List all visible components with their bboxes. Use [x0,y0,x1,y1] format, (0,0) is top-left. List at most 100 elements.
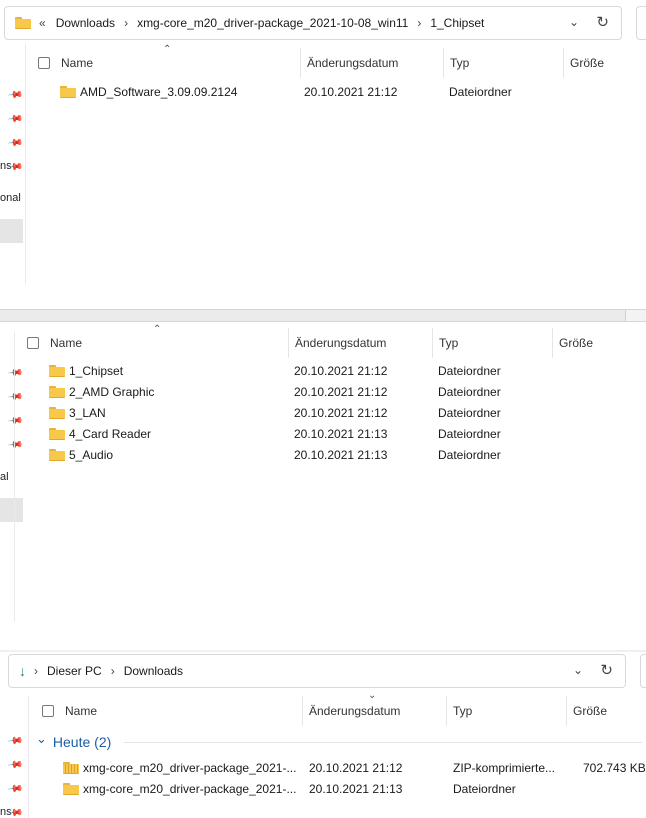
divider [14,332,15,622]
item-name: 1_Chipset [69,364,124,378]
item-type: Dateiordner [438,364,501,378]
column-date[interactable]: Änderungsdatum [288,328,432,358]
pin-icon[interactable]: 📌 [7,437,24,453]
nav-item-label[interactable]: al [0,471,9,483]
select-all-checkbox[interactable] [27,337,39,349]
breadcrumb-item-downloads[interactable]: Downloads [124,664,183,678]
item-date: 20.10.2021 21:13 [309,782,403,796]
column-header: ⌃ Name Änderungsdatum Typ Größe [30,44,646,78]
nav-item-label[interactable]: onal [0,192,21,204]
breadcrumb: Downloads › xmg-core_m20_driver-package_… [56,16,485,30]
column-type[interactable]: Typ [443,48,563,78]
item-date: 20.10.2021 21:13 [294,427,388,441]
folder-icon [49,428,65,440]
address-bar[interactable]: ↓ › Dieser PC › Downloads ⌄ ↻ [8,654,626,688]
list-item[interactable]: xmg-core_m20_driver-package_2021-... 20.… [63,779,643,800]
select-all-checkbox[interactable] [42,705,54,717]
item-date: 20.10.2021 21:12 [304,85,398,99]
folder-icon [63,783,79,795]
list-item[interactable]: 2_AMD Graphic 20.10.2021 21:12 Dateiordn… [49,382,609,403]
list-item[interactable]: xmg-core_m20_driver-package_2021-... 20.… [63,758,646,779]
explorer-pane-chipset: « Downloads › xmg-core_m20_driver-packag… [0,0,646,309]
nav-item-selected[interactable] [0,498,23,522]
breadcrumb-item-this-pc[interactable]: Dieser PC [47,664,102,678]
item-type: Dateiordner [438,448,501,462]
list-item[interactable]: AMD_Software_3.09.09.2124 20.10.2021 21:… [60,82,640,103]
column-size[interactable]: Größe [552,328,632,358]
item-name: xmg-core_m20_driver-package_2021-... [83,782,297,796]
nav-item-selected[interactable] [0,219,23,243]
group-divider [124,742,642,743]
divider [25,44,26,284]
folder-icon [60,86,76,98]
item-name: 4_Card Reader [69,427,152,441]
column-name[interactable]: Name [44,328,289,358]
chevron-down-icon[interactable]: ⌄ [569,15,579,29]
list-item[interactable]: 4_Card Reader 20.10.2021 21:13 Dateiordn… [49,424,609,445]
column-type[interactable]: Typ [446,696,566,726]
chevron-down-icon[interactable]: ⌄ [36,731,47,747]
item-date: 20.10.2021 21:12 [309,761,403,775]
pin-icon[interactable]: 📌 [7,781,24,797]
item-name: 2_AMD Graphic [69,385,155,399]
pin-icon[interactable]: 📌 [7,111,24,127]
item-date: 20.10.2021 21:13 [294,448,388,462]
item-date: 20.10.2021 21:12 [294,364,388,378]
download-icon: ↓ [19,663,26,679]
chevron-right-icon[interactable]: › [34,664,38,678]
breadcrumb-item-downloads[interactable]: Downloads [56,16,115,30]
refresh-icon[interactable]: ↻ [600,661,613,679]
folder-icon [15,17,31,29]
pin-icon[interactable]: 📌 [7,733,24,749]
refresh-icon[interactable]: ↻ [596,13,609,31]
window-separator [0,309,646,322]
item-type: ZIP-komprimierte... [453,761,556,775]
explorer-pane-package: 📌 📌 📌 📌 al ⌃ Name Änderungsdatum Typ Grö… [0,322,646,650]
column-date[interactable]: Änderungsdatum [302,696,446,726]
item-size: 702.743 KB [583,761,646,775]
column-name[interactable]: Name [59,696,302,726]
item-name: 5_Audio [69,448,114,462]
column-size[interactable]: Größe [566,696,646,726]
chevron-down-icon[interactable]: ⌄ [573,663,583,677]
list-item[interactable]: 1_Chipset 20.10.2021 21:12 Dateiordner [49,361,609,382]
folder-icon [49,365,65,377]
zip-folder-icon [63,762,79,774]
scrollbar-corner [625,310,646,321]
chevron-right-icon[interactable]: › [124,16,128,30]
column-type[interactable]: Typ [432,328,552,358]
breadcrumb-item-package[interactable]: xmg-core_m20_driver-package_2021-10-08_w… [137,16,408,30]
pin-icon[interactable]: 📌 [7,757,24,773]
group-label: Heute (2) [52,734,112,750]
search-input[interactable] [640,654,646,688]
breadcrumb: › Dieser PC › Downloads [34,664,183,678]
folder-icon [49,449,65,461]
column-header: ⌄ Name Änderungsdatum Typ Größe [34,690,646,726]
item-name: AMD_Software_3.09.09.2124 [80,85,238,99]
column-name[interactable]: Name [55,48,300,78]
address-bar[interactable]: « Downloads › xmg-core_m20_driver-packag… [4,6,622,40]
item-name: 3_LAN [69,406,106,420]
back-history-icon[interactable]: « [39,16,46,30]
pin-icon[interactable]: 📌 [7,365,24,381]
list-item[interactable]: 5_Audio 20.10.2021 21:13 Dateiordner [49,445,609,466]
select-all-checkbox[interactable] [38,57,50,69]
item-type: Dateiordner [449,85,512,99]
chevron-right-icon[interactable]: › [111,664,115,678]
item-type: Dateiordner [438,385,501,399]
item-name: xmg-core_m20_driver-package_2021-... [83,761,297,775]
pin-icon[interactable]: 📌 [7,87,24,103]
pin-icon[interactable]: 📌 [7,135,24,151]
breadcrumb-item-chipset[interactable]: 1_Chipset [430,16,484,30]
pin-icon[interactable]: 📌 [7,413,24,429]
item-type: Dateiordner [453,782,516,796]
item-type: Dateiordner [438,427,501,441]
chevron-right-icon[interactable]: › [417,16,421,30]
column-date[interactable]: Änderungsdatum [300,48,443,78]
group-header-today[interactable]: ⌄ Heute (2) [36,731,642,752]
navigation-pane: 📌 📌 📌 ns 📌 onal [0,40,24,309]
search-input[interactable] [636,6,646,40]
list-item[interactable]: 3_LAN 20.10.2021 21:12 Dateiordner [49,403,609,424]
pin-icon[interactable]: 📌 [7,389,24,405]
column-size[interactable]: Größe [563,48,643,78]
